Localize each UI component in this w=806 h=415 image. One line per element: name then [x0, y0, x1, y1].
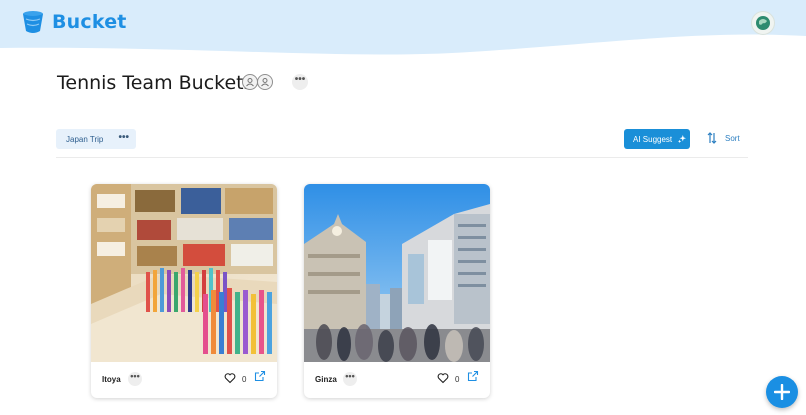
open-external-icon[interactable] — [254, 370, 266, 382]
add-button[interactable] — [766, 376, 798, 408]
user-avatar[interactable] — [751, 11, 775, 35]
member-icon — [261, 78, 269, 87]
card-image[interactable] — [91, 184, 277, 362]
like-count: 0 — [455, 375, 460, 384]
page-more-button[interactable]: ••• — [292, 74, 308, 90]
itoya-photo — [91, 184, 277, 362]
heart-icon[interactable] — [224, 372, 236, 384]
toolbar-divider — [56, 157, 748, 158]
filter-chip-label: Japan Trip — [66, 134, 104, 144]
ai-suggest-label: AI Suggest — [633, 134, 673, 144]
member-avatar[interactable] — [242, 74, 258, 90]
sort-label: Sort — [725, 133, 740, 143]
app-header: Bucket — [0, 0, 806, 70]
member-avatar[interactable] — [257, 74, 273, 90]
member-avatars[interactable] — [242, 74, 273, 90]
like-count: 0 — [242, 375, 247, 384]
open-external-icon[interactable] — [467, 370, 479, 382]
filter-chip[interactable]: Japan Trip ••• — [56, 129, 136, 149]
card-footer: Itoya ••• 0 — [91, 362, 277, 398]
plus-icon — [774, 384, 790, 400]
card-title[interactable]: Itoya — [102, 375, 121, 384]
page-title: Tennis Team Buckets — [57, 72, 254, 94]
sort-button[interactable]: Sort — [707, 132, 740, 144]
card-image[interactable] — [304, 184, 490, 362]
card-more-button[interactable]: ••• — [343, 372, 357, 386]
app-logo[interactable]: Bucket — [22, 10, 127, 34]
sparkle-icon — [678, 135, 687, 143]
bucket-card[interactable]: Itoya ••• 0 — [91, 184, 277, 398]
ai-suggest-button[interactable]: AI Suggest — [624, 129, 690, 149]
user-avatar-icon — [756, 16, 770, 30]
card-footer: Ginza ••• 0 — [304, 362, 490, 398]
card-title[interactable]: Ginza — [315, 375, 337, 384]
bucket-logo-icon — [23, 11, 43, 33]
filter-chip-more-button[interactable]: ••• — [118, 132, 129, 144]
member-icon — [246, 78, 254, 87]
card-more-button[interactable]: ••• — [128, 372, 142, 386]
ginza-photo — [304, 184, 490, 362]
heart-icon[interactable] — [437, 372, 449, 384]
sort-arrows-icon — [707, 132, 717, 144]
bucket-card[interactable]: Ginza ••• 0 — [304, 184, 490, 398]
app-name: Bucket — [52, 11, 127, 33]
